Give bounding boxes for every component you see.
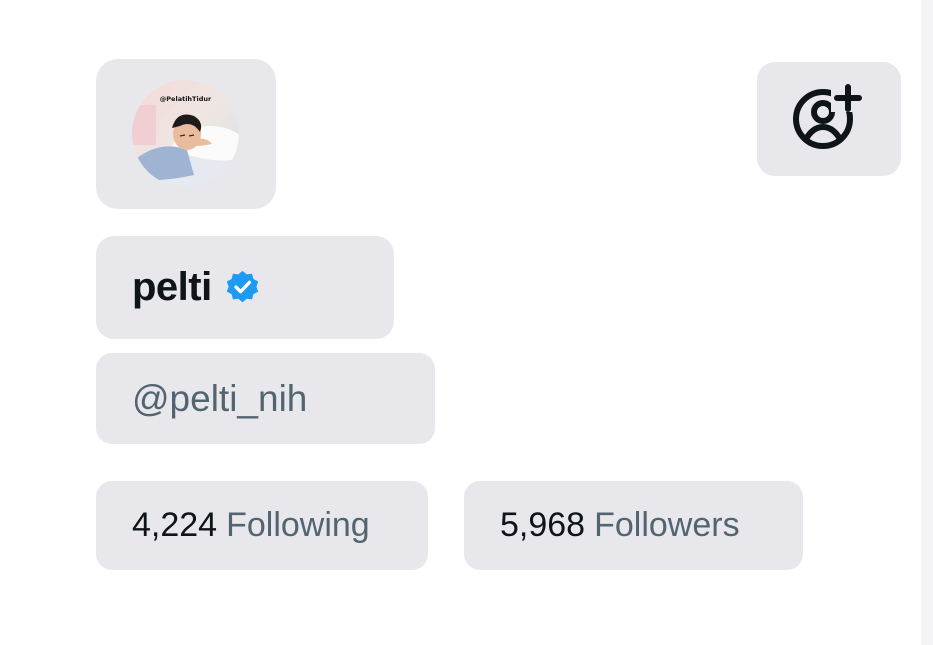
following-label: Following [226,506,370,544]
follow-button[interactable] [757,62,901,176]
followers-count: 5,968 [500,506,586,544]
followers-label: Followers [594,506,740,544]
add-user-icon [793,84,865,149]
avatar-image: @PelatihTidur [132,80,239,187]
avatar[interactable]: @PelatihTidur [132,80,239,187]
handle-card: @pelti_nih [96,353,435,444]
avatar-caption: @PelatihTidur [160,95,212,103]
display-name: pelti [132,265,212,309]
avatar-card: @PelatihTidur [96,59,276,209]
verified-badge-icon [224,269,261,311]
following-count: 4,224 [132,506,218,544]
display-name-card: pelti [96,236,394,339]
username-handle: @pelti_nih [132,377,308,419]
followers-stat-link[interactable]: 5,968 Followers [464,481,803,570]
following-stat-link[interactable]: 4,224 Following [96,481,428,570]
right-edge-strip [921,0,933,645]
